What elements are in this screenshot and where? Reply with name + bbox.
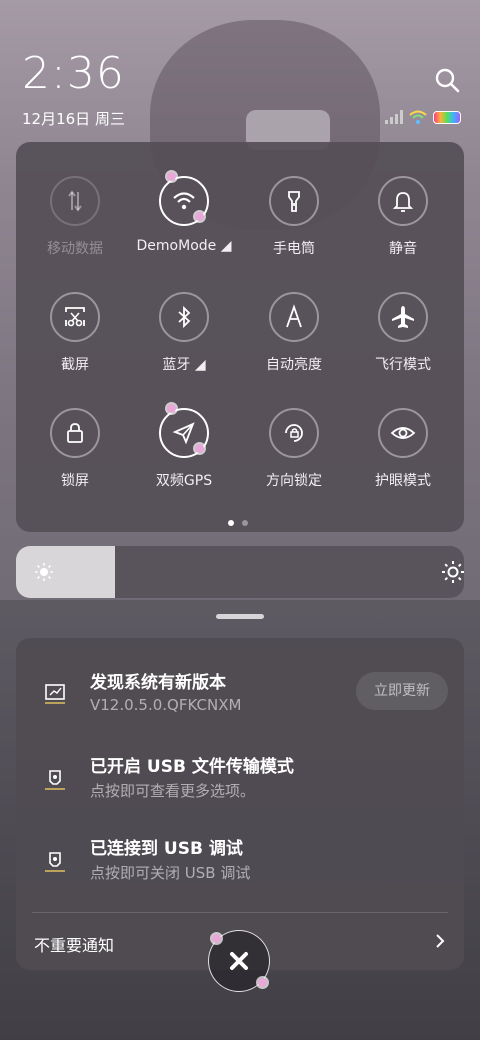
page-dot	[242, 520, 248, 526]
quick-tile[interactable]: 自动亮度	[239, 292, 349, 374]
notification-title: 已连接到 USB 调试	[90, 839, 243, 859]
quick-tile-button[interactable]	[378, 408, 428, 458]
flower-decoration	[167, 172, 176, 181]
screenshot-icon	[65, 307, 85, 327]
quick-tile[interactable]: 手电筒	[239, 176, 349, 258]
quick-tile-button[interactable]	[50, 292, 100, 342]
notification-title: 发现系统有新版本	[90, 673, 226, 693]
quick-tile-button[interactable]	[50, 176, 100, 226]
battery-icon	[433, 110, 461, 124]
quick-settings-panel: 移动数据 DemoMode ◢ 手电筒 静音截屏 蓝牙 ◢ 自动亮度 飞行模式锁屏 双频GPS…	[16, 142, 464, 532]
quick-tile-label: 截屏	[61, 357, 89, 373]
quick-tile-label: 飞行模式	[375, 357, 431, 373]
status-icons	[385, 110, 461, 124]
quick-tile-button[interactable]	[378, 176, 428, 226]
brightness-high-icon	[442, 561, 464, 583]
quick-tile-label: 方向锁定	[266, 473, 322, 489]
quick-tile-button[interactable]	[269, 408, 319, 458]
brightness-slider[interactable]	[16, 546, 464, 598]
notification-subtitle: 点按即可关闭 USB 调试	[90, 864, 251, 882]
quick-tile[interactable]: 蓝牙 ◢	[129, 292, 239, 374]
quick-tile[interactable]: 方向锁定	[239, 408, 349, 490]
system-update-icon	[45, 684, 65, 704]
quick-tile-label: DemoMode ◢	[136, 238, 232, 254]
minor-notifications-link[interactable]: 不重要通知	[34, 932, 114, 956]
brightness-low-icon	[35, 563, 53, 581]
page-indicator	[228, 520, 248, 526]
gps-icon	[172, 422, 195, 445]
quick-tile-label: 移动数据	[47, 241, 103, 257]
quick-tile-button[interactable]	[269, 292, 319, 342]
bell-icon	[392, 192, 414, 212]
rotation-lock-icon	[285, 424, 303, 442]
brightness-fill	[16, 546, 115, 598]
search-icon[interactable]	[433, 66, 461, 94]
wifi-icon	[173, 192, 195, 210]
quick-tile[interactable]: DemoMode ◢	[129, 172, 239, 254]
eye-icon	[390, 427, 416, 439]
chevron-right-icon[interactable]	[432, 932, 448, 950]
signal-icon	[385, 110, 403, 124]
quick-tile-label: 锁屏	[61, 473, 89, 489]
quick-tile[interactable]: 静音	[348, 176, 458, 258]
auto-brightness-icon	[286, 304, 302, 328]
flower-decoration	[195, 212, 204, 221]
quick-tile-label: 手电筒	[273, 241, 315, 257]
quick-tile[interactable]: 移动数据	[20, 176, 130, 258]
clock: 2:36	[22, 48, 125, 99]
quick-tile-label: 双频GPS	[155, 473, 213, 489]
quick-tile-label: 蓝牙 ◢	[162, 357, 206, 373]
mobile-data-icon	[68, 190, 82, 212]
usb-icon	[45, 852, 65, 872]
wifi-icon	[409, 110, 427, 124]
flashlight-icon	[288, 191, 300, 212]
quick-tile-label: 自动亮度	[266, 357, 322, 373]
notification-subtitle: 点按即可查看更多选项。	[90, 782, 256, 800]
quick-tile-button[interactable]	[159, 292, 209, 342]
notification-title: 已开启 USB 文件传输模式	[90, 757, 294, 777]
quick-tile-label: 静音	[389, 241, 417, 257]
lock-icon	[67, 423, 83, 443]
flower-decoration	[195, 444, 204, 453]
quick-tile[interactable]: 截屏	[20, 292, 130, 374]
quick-tile[interactable]: 飞行模式	[348, 292, 458, 374]
quick-tile-button[interactable]	[269, 176, 319, 226]
date: 12月16日 周三	[22, 110, 125, 128]
quick-tile-label: 护眼模式	[375, 473, 431, 489]
close-icon	[230, 952, 248, 970]
quick-tile[interactable]: 锁屏	[20, 408, 130, 490]
usb-icon	[45, 770, 65, 790]
drag-handle[interactable]	[216, 614, 264, 619]
notification-panel: 发现系统有新版本 V12.0.5.0.QFKCNXM 立即更新 已开启 USB …	[16, 638, 464, 970]
update-now-button[interactable]: 立即更新	[356, 672, 448, 710]
flower-decoration	[258, 978, 267, 987]
quick-tile[interactable]: 护眼模式	[348, 408, 458, 490]
flower-decoration	[167, 404, 176, 413]
page-dot	[228, 520, 234, 526]
divider	[32, 912, 448, 913]
bluetooth-icon	[178, 305, 191, 329]
quick-tile-button[interactable]	[378, 292, 428, 342]
notification-subtitle: V12.0.5.0.QFKCNXM	[90, 696, 242, 714]
airplane-icon	[392, 306, 414, 328]
quick-tile-button[interactable]	[50, 408, 100, 458]
quick-tile[interactable]: 双频GPS	[129, 404, 239, 490]
flower-decoration	[212, 934, 221, 943]
